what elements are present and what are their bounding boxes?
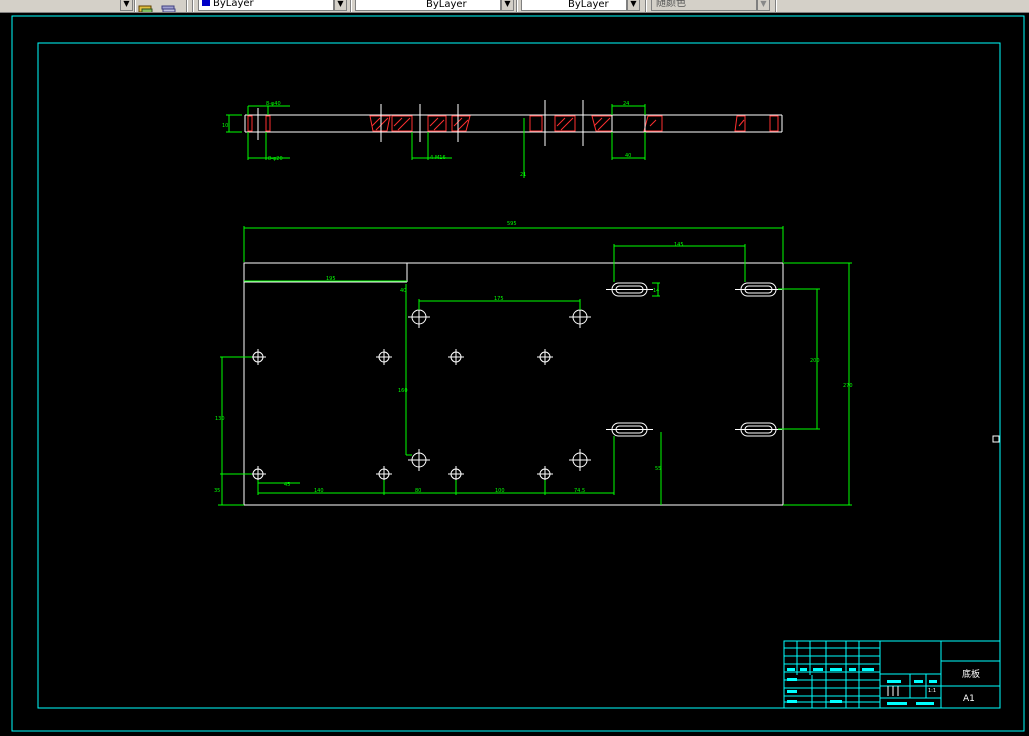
- drawing-scale: 1:1: [928, 688, 936, 694]
- plotstyle-dropdown-arrow[interactable]: ▼: [757, 0, 770, 11]
- plotstyle-control-combo[interactable]: 随颜色: [651, 0, 757, 11]
- linetype-control-combo[interactable]: ByLayer: [355, 0, 501, 11]
- slot: [735, 282, 782, 297]
- hole: [250, 349, 266, 365]
- toolbar-separator: [516, 0, 518, 12]
- hole: [250, 466, 266, 482]
- plate-outline: [243, 262, 784, 506]
- dim-35: 35: [214, 488, 220, 494]
- dim-140: 140: [314, 488, 324, 494]
- large-hole: [569, 449, 591, 471]
- side-view: 8-φ40 8-φ20 10 4-M16 21 24 40: [222, 100, 783, 178]
- dim-slot-width: 14: [653, 288, 659, 294]
- drawing-frame: [37, 42, 1001, 709]
- dim-130: 130: [215, 416, 225, 422]
- plan-view-dimensions: [218, 226, 852, 506]
- layer-dropdown-arrow[interactable]: ▼: [120, 0, 133, 11]
- section-hatch: [247, 115, 779, 132]
- dim-145: 145: [674, 242, 684, 248]
- slot: [606, 282, 653, 297]
- dim-8-phi40: 8-φ40: [266, 101, 281, 107]
- dim-45: 45: [284, 482, 290, 488]
- lineweight-value: ByLayer: [568, 0, 609, 10]
- toolbar-separator: [192, 0, 194, 12]
- dim-left-height: 10: [222, 123, 228, 129]
- title-block: 底板 A1 1:1: [783, 640, 1001, 709]
- dim-160: 160: [398, 388, 408, 394]
- color-value: ByLayer: [213, 0, 254, 9]
- toolbar-separator: [134, 0, 136, 12]
- dim-40: 40: [400, 288, 406, 294]
- cad-drawing[interactable]: 8-φ40 8-φ20 10 4-M16 21 24 40 595 195 40…: [0, 12, 1029, 736]
- holes: [250, 306, 591, 482]
- color-swatch: [202, 0, 210, 6]
- dim-200: 200: [810, 358, 820, 364]
- dim-80: 80: [415, 488, 421, 494]
- dim-vertical-21: 21: [520, 172, 526, 178]
- hole: [537, 349, 553, 365]
- slot: [735, 422, 782, 437]
- sheet-border: [11, 15, 1025, 732]
- toolbar-separator: [775, 0, 777, 12]
- linetype-value: ByLayer: [426, 0, 467, 10]
- layer-previous-icon[interactable]: [160, 0, 178, 12]
- hole: [448, 466, 464, 482]
- dim-55: 55: [655, 466, 661, 472]
- dim-175: 175: [494, 296, 504, 302]
- grip-marker[interactable]: [992, 435, 1000, 443]
- toolbar-separator: [186, 0, 188, 12]
- dim-100: 100: [495, 488, 505, 494]
- color-control-combo[interactable]: ByLayer: [198, 0, 334, 11]
- color-dropdown-arrow[interactable]: ▼: [334, 0, 347, 11]
- dim-top-24: 24: [623, 101, 629, 107]
- dim-8-phi20: 8-φ20: [268, 156, 283, 162]
- layer-state-icon[interactable]: [138, 0, 154, 12]
- slot: [606, 422, 653, 437]
- hole: [376, 466, 392, 482]
- dim-4-m16: 4-M16: [430, 155, 446, 161]
- dim-overall-height: 270: [843, 383, 853, 389]
- drawing-name: 底板: [962, 668, 980, 680]
- drawing-area[interactable]: 8-φ40 8-φ20 10 4-M16 21 24 40 595 195 40…: [0, 12, 1029, 736]
- plotstyle-value: 随颜色: [656, 0, 686, 9]
- dim-195: 195: [326, 276, 336, 282]
- slots: [606, 282, 782, 437]
- plan-view: 595 195 40 175 145 14 200 270 130 160 55…: [214, 221, 853, 506]
- toolbar-separator: [645, 0, 647, 12]
- toolbar-separator: [350, 0, 352, 12]
- hole: [448, 349, 464, 365]
- lineweight-dropdown-arrow[interactable]: ▼: [627, 0, 640, 11]
- hole: [376, 349, 392, 365]
- linetype-dropdown-arrow[interactable]: ▼: [501, 0, 514, 11]
- hole: [537, 466, 553, 482]
- dim-overall-width: 595: [507, 221, 517, 227]
- sheet-size: A1: [963, 694, 975, 704]
- lineweight-control-combo[interactable]: ByLayer: [521, 0, 627, 11]
- large-hole: [408, 449, 430, 471]
- dim-74-5: 74.5: [574, 488, 585, 494]
- dim-bottom-40: 40: [625, 153, 631, 159]
